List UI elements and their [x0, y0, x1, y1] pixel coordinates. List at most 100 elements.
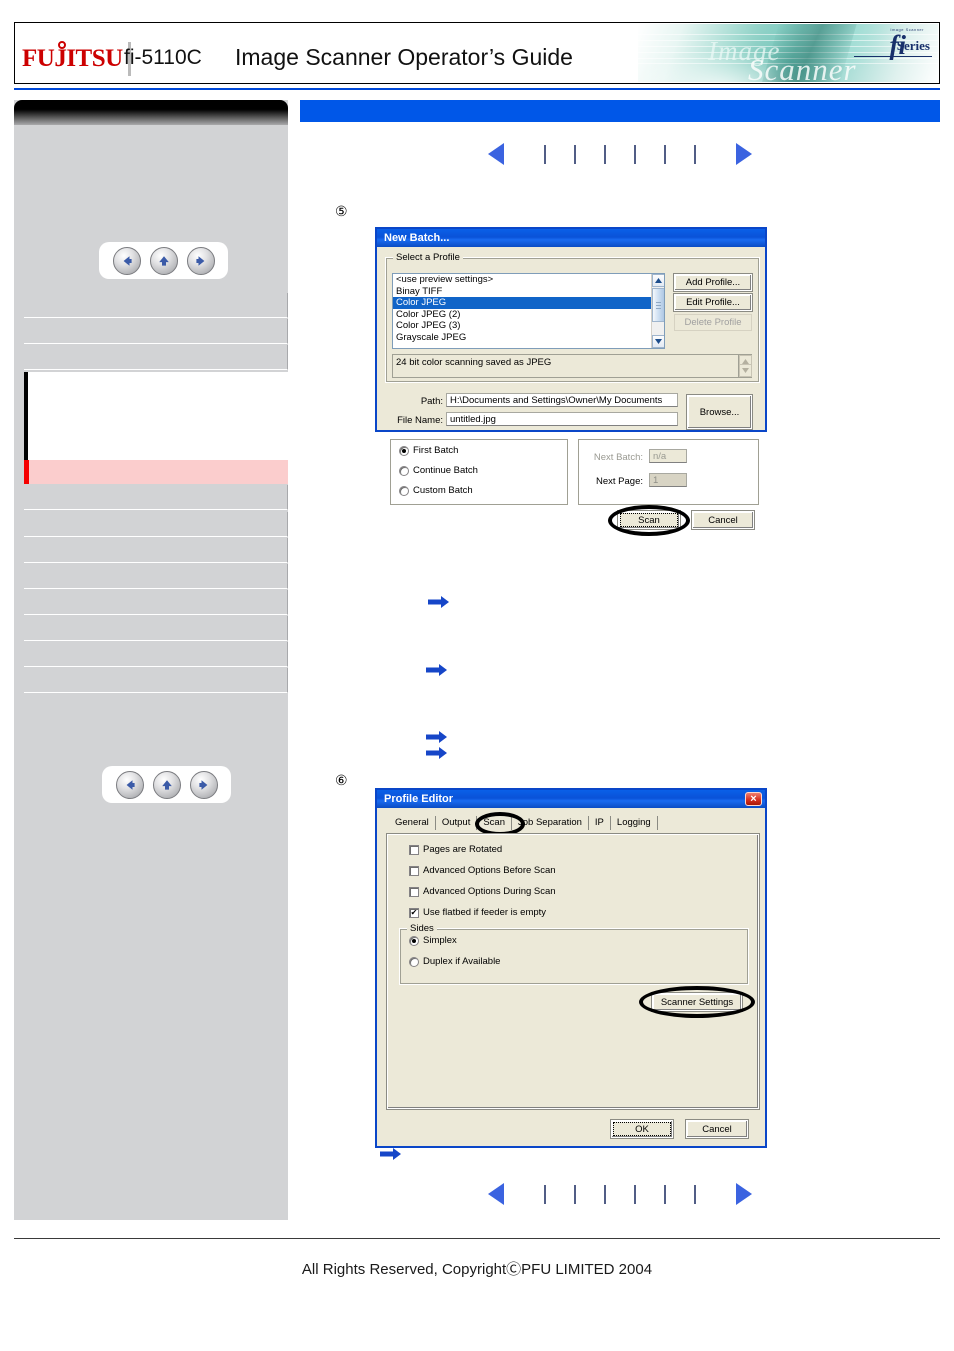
profile-description: 24 bit color scanning saved as JPEG — [392, 354, 752, 378]
profile-list-item[interactable]: Binay TIFF — [393, 286, 664, 298]
tab-scan-label: Scan — [483, 817, 505, 828]
page-tick[interactable] — [634, 1184, 636, 1204]
header-accent-line — [14, 88, 940, 90]
page-tick[interactable] — [664, 144, 666, 164]
tab-logging[interactable]: Logging — [611, 816, 658, 830]
tab-general[interactable]: General — [389, 816, 436, 830]
sidebar-item-7[interactable] — [24, 538, 288, 563]
next-batch-field: n/a — [649, 449, 687, 463]
file-name-field[interactable]: untitled.jpg — [446, 412, 678, 426]
use-flatbed-checkbox[interactable]: Use flatbed if feeder is empty — [409, 907, 546, 918]
sidebar-item-0[interactable] — [24, 293, 288, 318]
sidebar-item-9[interactable] — [24, 590, 288, 615]
close-icon[interactable]: × — [745, 792, 762, 806]
advanced-options-before-scan-checkbox[interactable]: Advanced Options Before Scan — [409, 865, 556, 876]
sidebar-item-current[interactable] — [24, 460, 288, 484]
custom-batch-radio[interactable]: Custom Batch — [399, 485, 473, 496]
delete-profile-button: Delete Profile — [674, 314, 752, 331]
page-tick[interactable] — [634, 144, 636, 164]
sidebar-item-8[interactable] — [24, 564, 288, 589]
add-profile-label: Add Profile... — [685, 277, 741, 288]
profile-list-item[interactable]: Grayscale JPEG — [393, 332, 664, 344]
page-tick[interactable] — [664, 1184, 666, 1204]
arrow-bullet-5 — [380, 1147, 402, 1161]
advanced-options-during-scan-checkbox[interactable]: Advanced Options During Scan — [409, 886, 556, 897]
tab-output[interactable]: Output — [436, 816, 478, 830]
first-batch-label: First Batch — [413, 445, 459, 456]
profile-list-item-selected[interactable]: Color JPEG — [393, 297, 664, 309]
page-tick[interactable] — [544, 1184, 546, 1204]
scan-button[interactable]: Scan — [618, 511, 680, 529]
profile-listbox[interactable]: <use preview settings> Binay TIFF Color … — [392, 273, 665, 349]
description-scrollbar[interactable] — [738, 355, 752, 377]
profile-list-item[interactable]: <use preview settings> — [393, 274, 664, 286]
page-tick[interactable] — [694, 1184, 696, 1204]
ok-button[interactable]: OK — [611, 1120, 673, 1138]
footer-copyright: All Rights Reserved, CopyrightⒸPFU LIMIT… — [301, 1261, 653, 1278]
scroll-up-icon[interactable] — [652, 274, 664, 287]
scroll-down-icon[interactable] — [652, 335, 664, 348]
prev-page-arrow-bottom[interactable] — [488, 1183, 504, 1205]
sidebar-nav-top — [99, 242, 228, 279]
pages-are-rotated-checkbox[interactable]: Pages are Rotated — [409, 844, 502, 855]
profile-listbox-scrollbar[interactable] — [651, 274, 664, 348]
duplex-radio[interactable]: Duplex if Available — [409, 956, 500, 967]
sidebar-item-11[interactable] — [24, 642, 288, 667]
fujitsu-logo-ring-icon — [58, 41, 66, 49]
next-page-arrow-bottom[interactable] — [736, 1183, 752, 1205]
tab-scan[interactable]: Scan — [477, 816, 512, 830]
scrollbar-thumb[interactable] — [652, 288, 664, 322]
profile-editor-dialog: Profile Editor × General Output Scan Job… — [375, 788, 767, 1148]
scanner-settings-label: Scanner Settings — [660, 996, 734, 1008]
nav-back-button-bottom[interactable] — [115, 770, 144, 799]
first-batch-radio[interactable]: First Batch — [399, 445, 458, 456]
sidebar-item-2[interactable] — [24, 345, 288, 370]
sidebar — [14, 100, 288, 1220]
profile-list-item[interactable]: Color JPEG (3) — [393, 320, 664, 332]
file-name-value: untitled.jpg — [450, 414, 496, 425]
edit-profile-button[interactable]: Edit Profile... — [674, 294, 752, 311]
continue-batch-radio[interactable]: Continue Batch — [399, 465, 478, 476]
nav-up-button-bottom[interactable] — [152, 770, 181, 799]
advanced-options-during-scan-label: Advanced Options During Scan — [423, 886, 556, 897]
scanner-settings-button[interactable]: Scanner Settings — [652, 993, 742, 1011]
browse-label: Browse... — [699, 406, 740, 418]
profile-editor-title-text: Profile Editor — [384, 793, 454, 805]
tab-job-separation[interactable]: Job Separation — [512, 816, 589, 830]
tab-ip[interactable]: IP — [589, 816, 611, 830]
nav-up-button-top[interactable] — [149, 246, 178, 275]
simplex-radio[interactable]: Simplex — [409, 935, 457, 946]
nav-forward-button-bottom[interactable] — [189, 770, 218, 799]
sidebar-item-6[interactable] — [24, 512, 288, 537]
browse-button[interactable]: Browse... — [687, 395, 752, 429]
profile-list-item[interactable]: Color JPEG (2) — [393, 309, 664, 321]
page-tick[interactable] — [694, 144, 696, 164]
add-profile-button[interactable]: Add Profile... — [674, 274, 752, 291]
advanced-options-before-scan-label: Advanced Options Before Scan — [423, 865, 556, 876]
next-page-value: 1 — [653, 475, 659, 486]
path-field[interactable]: H:\Documents and Settings\Owner\My Docum… — [446, 393, 678, 407]
page-tick[interactable] — [574, 144, 576, 164]
series-logo-text: Series — [896, 38, 930, 53]
page-tick[interactable] — [604, 144, 606, 164]
arrow-bullet-3 — [426, 730, 448, 744]
scroll-down-icon[interactable] — [739, 364, 752, 377]
profile-editor-cancel-button[interactable]: Cancel — [686, 1120, 748, 1138]
page-tick[interactable] — [604, 1184, 606, 1204]
page-tick[interactable] — [544, 144, 546, 164]
pager-top — [300, 140, 940, 168]
nav-forward-button-top[interactable] — [186, 246, 215, 275]
page-tick[interactable] — [574, 1184, 576, 1204]
select-profile-legend: Select a Profile — [393, 252, 463, 263]
sidebar-item-1[interactable] — [24, 319, 288, 344]
next-page-arrow-top[interactable] — [736, 143, 752, 165]
pages-are-rotated-label: Pages are Rotated — [423, 844, 503, 855]
sidebar-item-12[interactable] — [24, 668, 288, 693]
cancel-button[interactable]: Cancel — [692, 511, 754, 529]
nav-back-button-top[interactable] — [112, 246, 141, 275]
next-page-label: Next Page: — [596, 476, 643, 487]
sidebar-item-5[interactable] — [24, 485, 288, 510]
prev-page-arrow-top[interactable] — [488, 143, 504, 165]
sidebar-item-10[interactable] — [24, 616, 288, 641]
sidebar-subsection-open[interactable] — [24, 372, 288, 460]
